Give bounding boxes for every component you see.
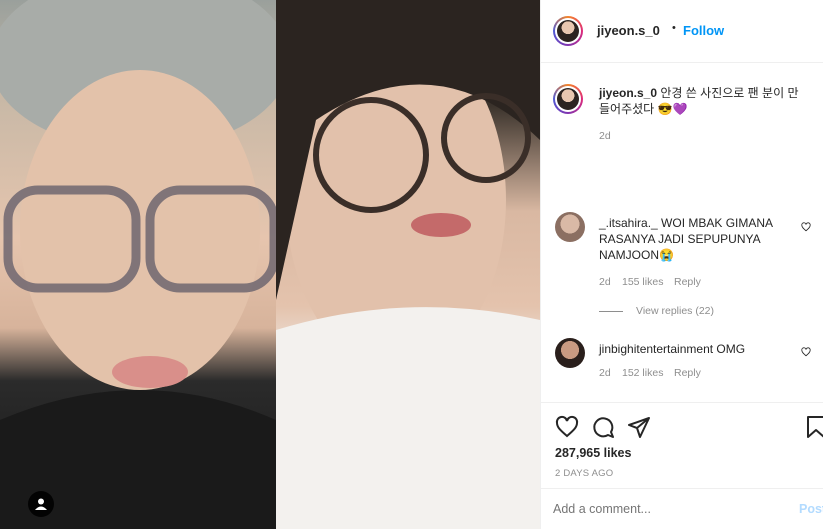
caption: jiyeon.s_0 안경 쓴 사진으로 팬 분이 만들어주셨다 😎💜 <box>599 85 807 117</box>
comment-like-icon[interactable] <box>801 347 811 357</box>
bookmark-icon[interactable] <box>805 415 823 439</box>
post-image-right-half <box>276 0 540 529</box>
comment-item: _.itsahira._ WOI MBAK GIMANA RASANYA JAD… <box>599 215 789 263</box>
header-separator: • <box>672 22 676 34</box>
author-username[interactable]: jiyeon.s_0 <box>597 23 660 38</box>
user-tag-icon[interactable] <box>28 491 54 517</box>
comment-avatar[interactable] <box>555 212 585 242</box>
view-replies-line <box>599 311 623 312</box>
comment-age: 2d <box>599 367 611 379</box>
left-portrait-art <box>0 0 290 529</box>
share-icon[interactable] <box>627 415 651 439</box>
comment-username[interactable]: _.itsahira._ <box>599 216 658 230</box>
caption-username[interactable]: jiyeon.s_0 <box>599 86 657 100</box>
caption-avatar[interactable] <box>553 84 583 114</box>
comment-like-icon[interactable] <box>801 222 811 232</box>
post-date[interactable]: 2 DAYS AGO <box>555 468 613 479</box>
comment-avatar[interactable] <box>555 338 585 368</box>
post-comment-button[interactable]: Post <box>799 502 823 516</box>
comment-reply-button[interactable]: Reply <box>674 276 701 288</box>
post-sidebar: jiyeon.s_0 • Follow jiyeon.s_0 안경 쓴 사진으로… <box>540 0 823 529</box>
post-header: jiyeon.s_0 • Follow <box>541 0 823 63</box>
comment-item: jinbighitentertainment OMG <box>599 341 799 357</box>
comment-likes[interactable]: 152 likes <box>622 367 663 379</box>
post-image[interactable] <box>0 0 540 529</box>
comment-reply-button[interactable]: Reply <box>674 367 701 379</box>
comment-icon[interactable] <box>591 415 615 439</box>
add-comment-bar: Post <box>541 488 823 530</box>
comment-username[interactable]: jinbighitentertainment <box>599 342 713 356</box>
post-image-left-half <box>0 0 290 529</box>
author-avatar[interactable] <box>553 16 583 46</box>
likes-count[interactable]: 287,965 likes <box>555 446 631 460</box>
caption-age[interactable]: 2d <box>599 130 611 142</box>
heart-icon[interactable] <box>555 415 579 439</box>
follow-button[interactable]: Follow <box>683 23 724 38</box>
add-comment-input[interactable] <box>553 499 773 519</box>
comment-likes[interactable]: 155 likes <box>622 276 663 288</box>
view-replies-button[interactable]: View replies (22) <box>636 305 714 317</box>
comment-text: OMG <box>716 342 746 356</box>
comment-age: 2d <box>599 276 611 288</box>
right-portrait-art <box>276 0 540 529</box>
